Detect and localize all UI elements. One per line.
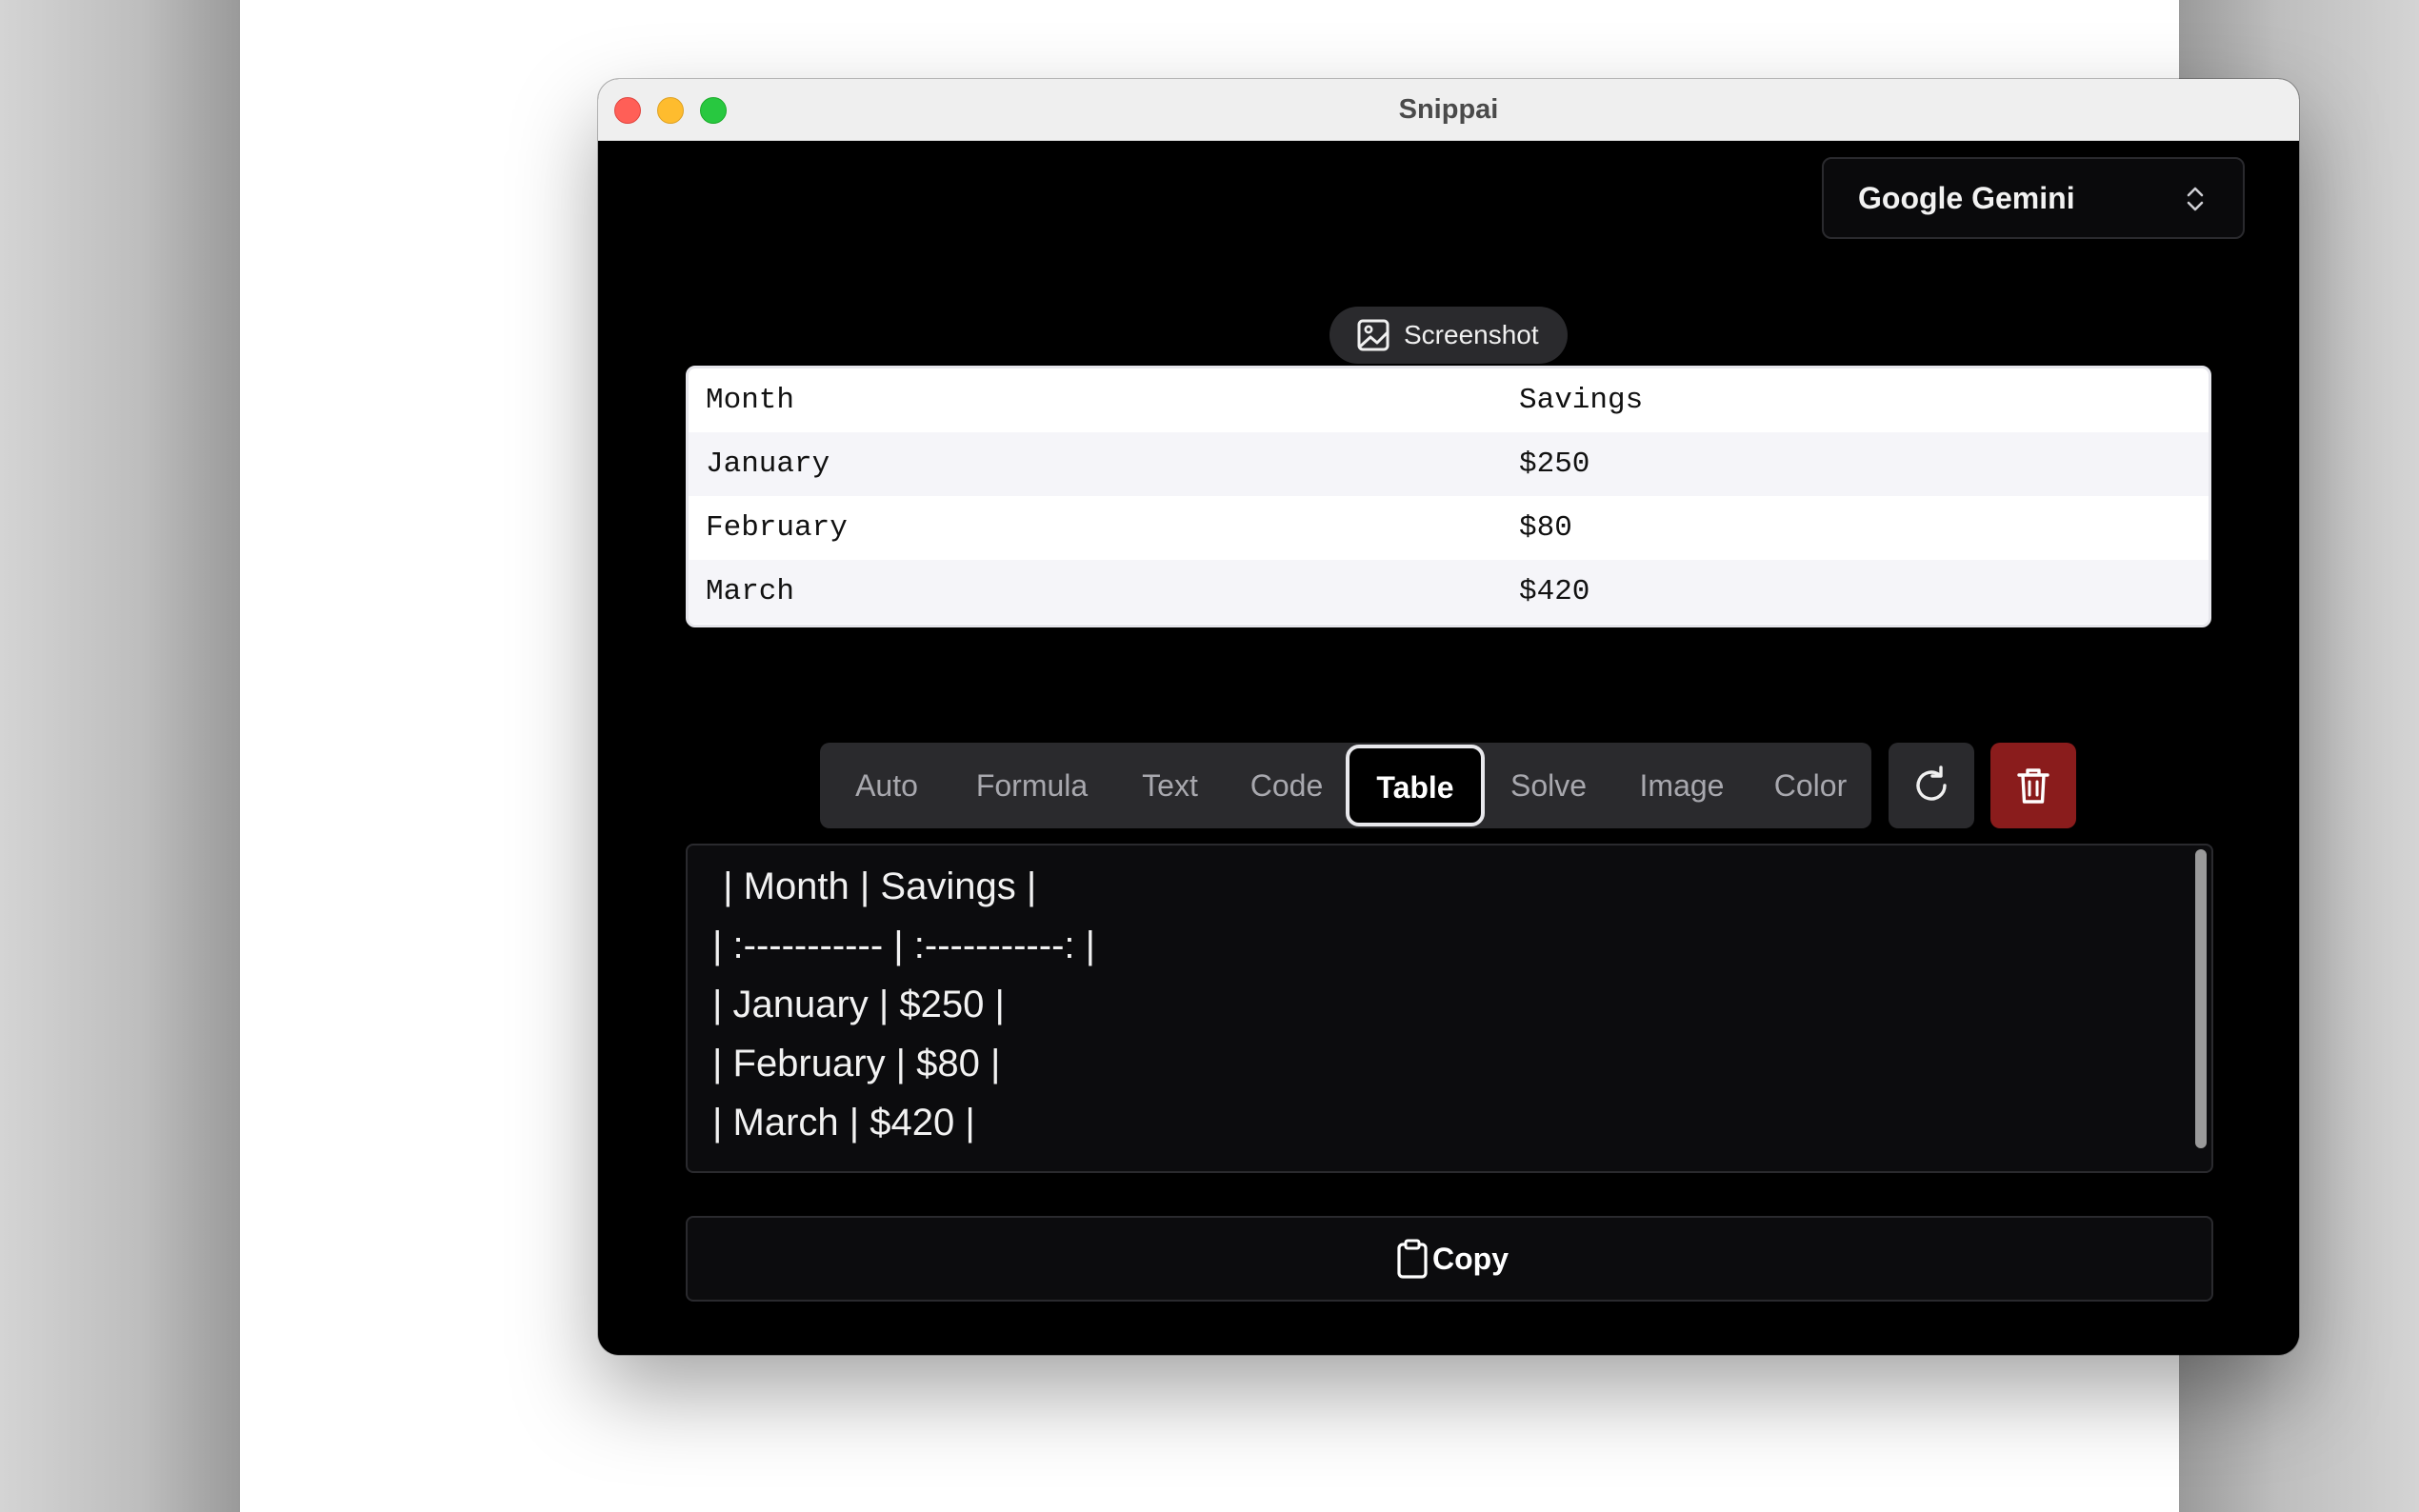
table-header-row: Month Savings — [689, 368, 2209, 432]
output-text-area[interactable]: | Month | Savings | | :----------- | :--… — [686, 844, 2213, 1173]
delete-button[interactable] — [1990, 743, 2076, 828]
window-title: Snippai — [1398, 94, 1499, 125]
chevron-up-down-icon — [2187, 187, 2204, 211]
mode-text[interactable]: Text — [1110, 743, 1229, 828]
table-cell: Savings — [1519, 384, 1644, 417]
output-line: | March | $420 | — [712, 1102, 975, 1144]
mode-code[interactable]: Code — [1229, 743, 1344, 828]
copy-button[interactable]: Copy — [686, 1216, 2213, 1302]
table-cell: February — [706, 511, 848, 545]
mode-solve[interactable]: Solve — [1487, 743, 1610, 828]
refresh-icon — [1916, 766, 1947, 801]
table-cell: $80 — [1519, 511, 1572, 545]
table-cell: March — [706, 575, 795, 608]
desktop-background: Snippai Google Gemini Screenshot Month S… — [240, 0, 2299, 1512]
table-cell: Month — [706, 384, 795, 417]
screenshot-label: Screenshot — [1404, 320, 1539, 349]
model-select-value: Google Gemini — [1858, 181, 2075, 215]
table-cell: January — [706, 448, 830, 481]
title-bar: Snippai — [598, 79, 2299, 141]
output-line: | Month | Savings | — [712, 865, 1037, 907]
mode-auto[interactable]: Auto — [820, 743, 953, 828]
clipboard-icon — [1397, 1239, 1428, 1279]
table-row: March $420 — [689, 560, 2209, 624]
copy-label: Copy — [1432, 1242, 1509, 1276]
image-icon — [1357, 319, 1389, 351]
mode-color[interactable]: Color — [1753, 743, 1868, 828]
table-cell: $420 — [1519, 575, 1590, 608]
mode-selector: Auto Formula Text Code Table Solve Image… — [820, 743, 1871, 828]
table-cell: $250 — [1519, 448, 1590, 481]
scrollbar-thumb[interactable] — [2195, 849, 2207, 1148]
output-line: | :----------- | :-----------: | — [712, 925, 1096, 966]
output-scrollbar[interactable] — [2192, 847, 2209, 1169]
mode-formula[interactable]: Formula — [953, 743, 1110, 828]
app-window: Snippai Google Gemini Screenshot Month S… — [598, 79, 2299, 1355]
app-content: Google Gemini Screenshot Month Savings J… — [598, 141, 2299, 1355]
table-row: January $250 — [689, 432, 2209, 496]
output-line: | January | $250 | — [712, 984, 1005, 1025]
mode-image[interactable]: Image — [1610, 743, 1753, 828]
screenshot-button[interactable]: Screenshot — [1329, 307, 1568, 364]
trash-icon — [2017, 768, 2049, 804]
model-select[interactable]: Google Gemini — [1822, 157, 2245, 239]
refresh-button[interactable] — [1889, 743, 1974, 828]
table-preview: Month Savings January $250 February $80 … — [686, 366, 2211, 627]
desktop-left-edge — [0, 0, 240, 1512]
mode-table[interactable]: Table — [1346, 745, 1485, 826]
output-line: | February | $80 | — [712, 1043, 1001, 1084]
table-row: February $80 — [689, 496, 2209, 560]
